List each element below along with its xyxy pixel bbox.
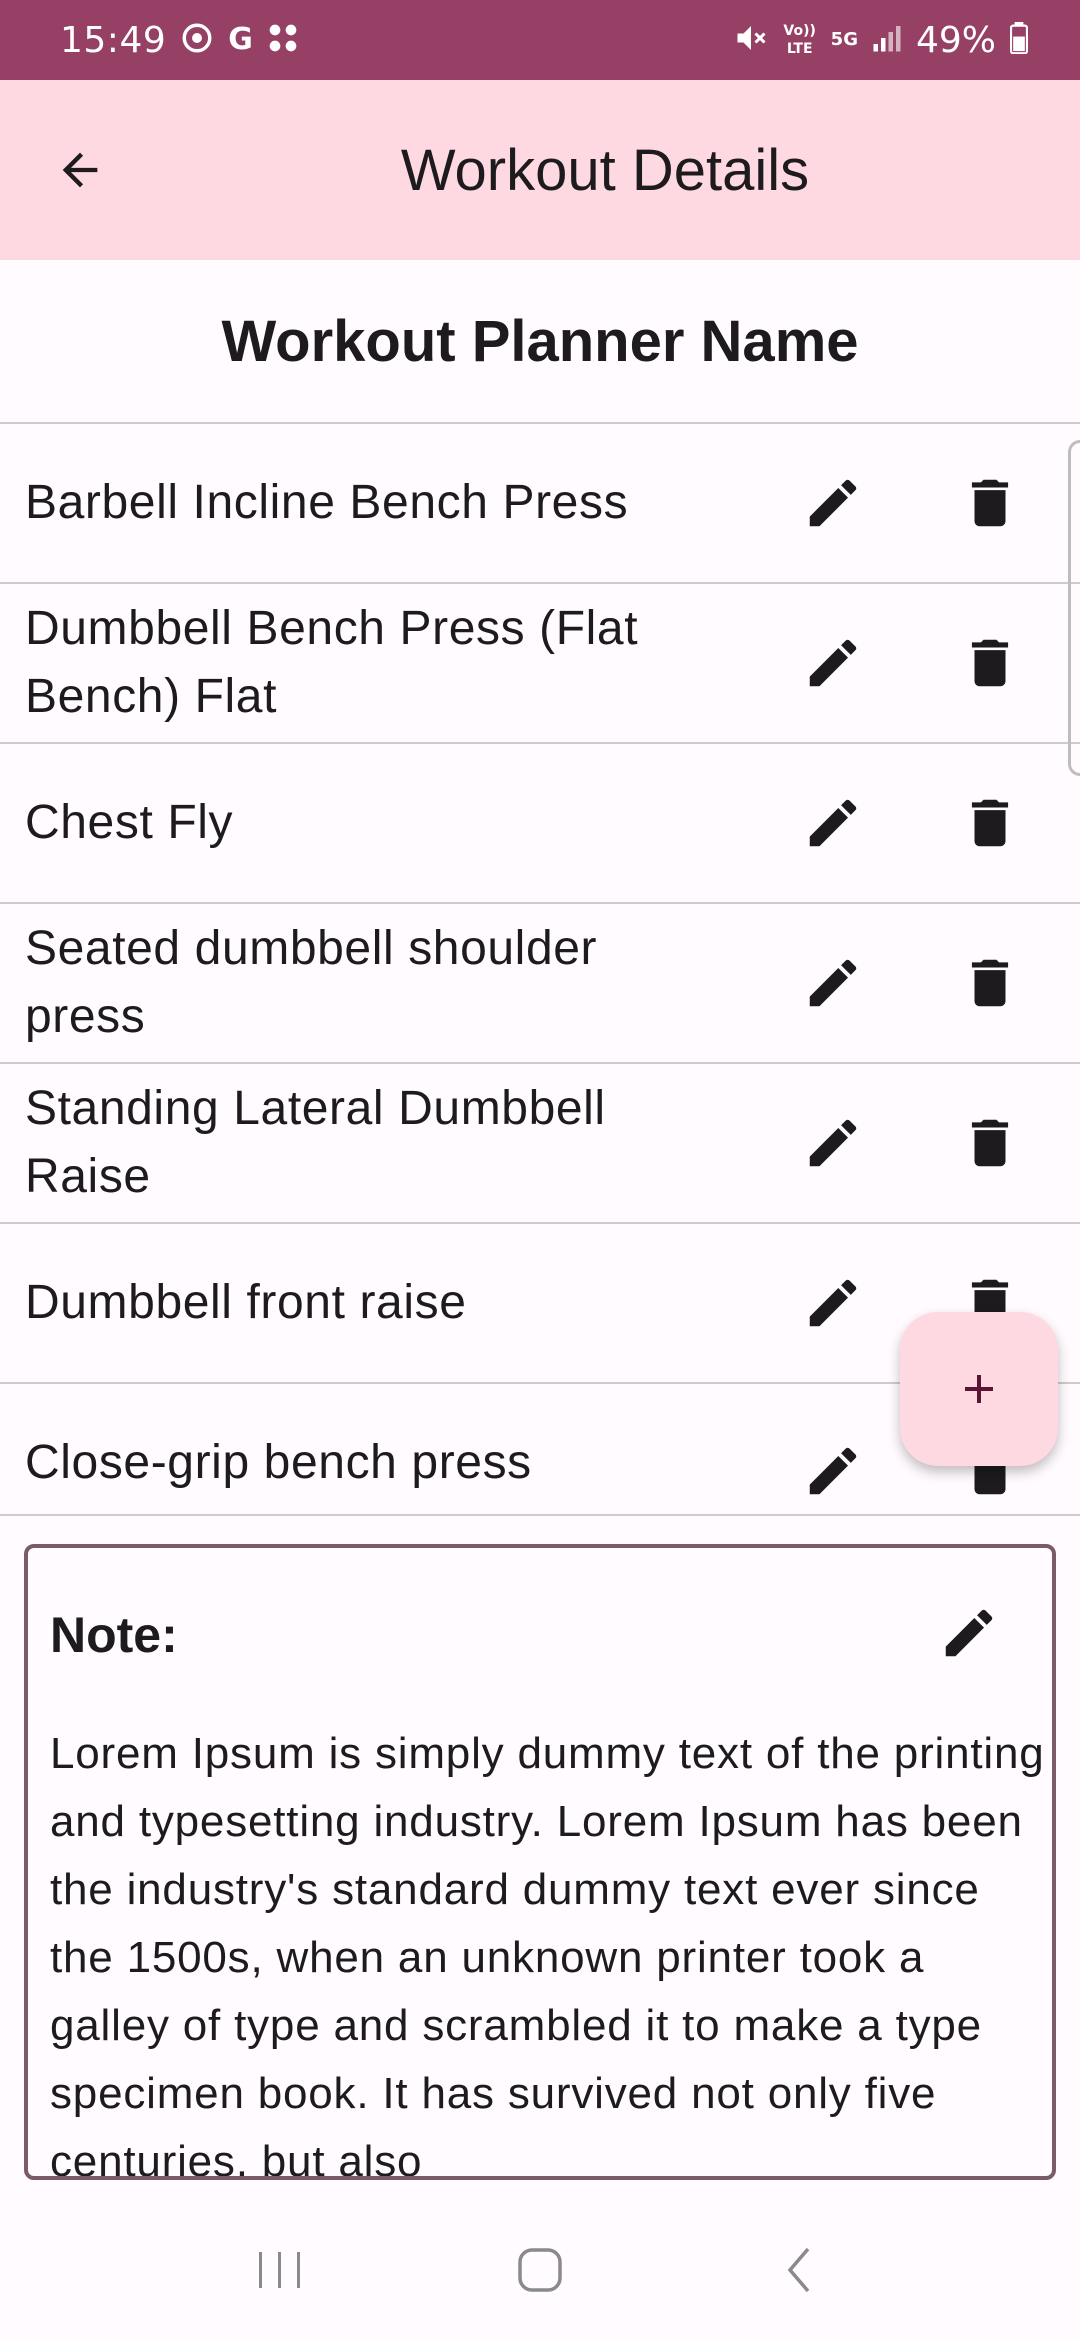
app-bar: Workout Details (0, 80, 1080, 260)
add-exercise-button[interactable] (900, 1312, 1058, 1466)
volte-icon: Vo)) LTE (783, 23, 816, 57)
exercise-name: Chest Fly (25, 796, 234, 849)
list-item[interactable]: Standing Lateral Dumbbell Raise (0, 1064, 1080, 1224)
note-card: Note: Lorem Ipsum is simply dummy text o… (24, 1544, 1056, 2180)
list-item[interactable]: Dumbbell Bench Press (Flat Bench) Flat (0, 584, 1080, 744)
recents-icon (259, 2252, 300, 2288)
list-item[interactable]: Barbell Incline Bench Press (0, 424, 1080, 584)
edit-button[interactable] (788, 1258, 878, 1348)
home-button[interactable] (480, 2220, 600, 2320)
note-label: Note: (50, 1607, 178, 1663)
scrollbar[interactable] (1068, 440, 1080, 776)
edit-button[interactable] (788, 458, 878, 548)
exercise-name: Dumbbell front raise (25, 1276, 467, 1329)
pencil-icon (809, 1279, 857, 1327)
list-item[interactable]: Seated dumbbell shoulder press (0, 904, 1080, 1064)
back-nav-button[interactable] (740, 2220, 860, 2320)
trash-icon (971, 959, 1009, 1007)
status-bar-left: 15:49 G (60, 20, 299, 61)
pencil-icon (809, 959, 857, 1007)
pencil-icon (809, 479, 857, 527)
network-5g-icon: 5G (830, 29, 858, 50)
google-icon: G (228, 22, 253, 57)
page-title: Workout Details (400, 137, 810, 203)
status-bar: 15:49 G Vo)) LTE 5G 49% (0, 0, 1080, 80)
pencil-icon (809, 799, 857, 847)
edit-note-button[interactable] (924, 1588, 1014, 1678)
pencil-icon (809, 1447, 857, 1495)
plus-icon (965, 1375, 993, 1403)
edit-button[interactable] (788, 618, 878, 708)
exercise-name: Close-grip bench press (25, 1436, 532, 1489)
pencil-icon (809, 1119, 857, 1167)
chevron-left-icon (787, 2247, 810, 2293)
app-grid-icon (267, 22, 299, 58)
exercise-name: Seated dumbbell shoulder press (25, 922, 598, 1043)
status-time: 15:49 (60, 19, 167, 61)
delete-button[interactable] (945, 1098, 1035, 1188)
planner-name: Workout Planner Name (221, 308, 859, 374)
recents-button[interactable] (220, 2220, 340, 2320)
status-bar-right: Vo)) LTE 5G 49% (733, 19, 1029, 61)
edit-button[interactable] (788, 938, 878, 1028)
delete-button[interactable] (945, 778, 1035, 868)
exercise-name: Standing Lateral Dumbbell Raise (25, 1082, 606, 1203)
signal-icon (872, 22, 902, 58)
trash-icon (971, 1119, 1009, 1167)
battery-percentage: 49% (915, 19, 996, 61)
delete-button[interactable] (945, 618, 1035, 708)
pencil-icon (809, 639, 857, 687)
exercise-name: Barbell Incline Bench Press (25, 476, 629, 529)
pencil-icon (945, 1609, 993, 1657)
trash-icon (971, 479, 1009, 527)
edit-button[interactable] (788, 1426, 878, 1516)
focus-icon (180, 21, 214, 59)
battery-icon (1009, 22, 1029, 58)
delete-button[interactable] (945, 938, 1035, 1028)
mute-icon (733, 20, 769, 60)
system-nav-bar (0, 2200, 1080, 2340)
home-icon (518, 2248, 562, 2292)
trash-icon (971, 799, 1009, 847)
note-text: Lorem Ipsum is simply dummy text of the … (50, 1729, 1045, 2180)
trash-icon (971, 639, 1009, 687)
edit-button[interactable] (788, 778, 878, 868)
exercise-name: Dumbbell Bench Press (Flat Bench) Flat (25, 602, 639, 723)
delete-button[interactable] (945, 458, 1035, 548)
edit-button[interactable] (788, 1098, 878, 1188)
list-item[interactable]: Chest Fly (0, 744, 1080, 904)
